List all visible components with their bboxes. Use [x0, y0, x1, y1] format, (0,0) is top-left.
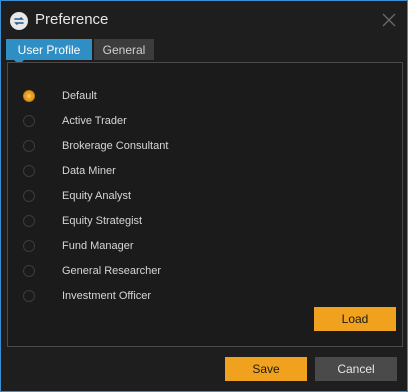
profile-option-default[interactable]: Default: [8, 83, 402, 108]
profile-option-equity-strategist[interactable]: Equity Strategist: [8, 208, 402, 233]
app-logo-icon: [10, 12, 28, 30]
close-icon: [382, 13, 396, 27]
save-button[interactable]: Save: [225, 357, 307, 381]
close-button[interactable]: [379, 10, 399, 30]
profile-option-data-miner[interactable]: Data Miner: [8, 158, 402, 183]
radio-icon[interactable]: [23, 189, 35, 202]
profile-option-brokerage-consultant[interactable]: Brokerage Consultant: [8, 133, 402, 158]
preference-dialog: Preference User Profile General Default …: [0, 0, 408, 392]
load-button[interactable]: Load: [314, 307, 396, 331]
tab-general[interactable]: General: [94, 39, 154, 60]
profile-label: Equity Analyst: [62, 189, 132, 202]
user-profile-panel: Default Active Trader Brokerage Consulta…: [7, 62, 403, 347]
radio-icon[interactable]: [23, 214, 35, 227]
profile-label: General Researcher: [62, 264, 162, 277]
profile-option-equity-analyst[interactable]: Equity Analyst: [8, 183, 402, 208]
profile-label: Investment Officer: [62, 289, 152, 302]
profile-label: Default: [62, 89, 97, 102]
radio-icon[interactable]: [23, 239, 35, 252]
profile-option-general-researcher[interactable]: General Researcher: [8, 258, 402, 283]
radio-icon[interactable]: [23, 289, 35, 302]
title-bar: Preference: [1, 1, 407, 39]
profile-label: Data Miner: [62, 164, 116, 177]
profile-label: Fund Manager: [62, 239, 134, 252]
profile-radio-list: Default Active Trader Brokerage Consulta…: [8, 83, 402, 308]
radio-icon[interactable]: [23, 114, 35, 127]
profile-label: Brokerage Consultant: [62, 139, 169, 152]
radio-icon[interactable]: [23, 139, 35, 152]
tab-user-profile[interactable]: User Profile: [6, 39, 92, 65]
tab-bar: User Profile General: [6, 39, 156, 65]
profile-option-investment-officer[interactable]: Investment Officer: [8, 283, 402, 308]
profile-option-fund-manager[interactable]: Fund Manager: [8, 233, 402, 258]
radio-icon[interactable]: [23, 164, 35, 177]
radio-icon[interactable]: [23, 264, 35, 277]
profile-option-active-trader[interactable]: Active Trader: [8, 108, 402, 133]
profile-label: Equity Strategist: [62, 214, 143, 227]
profile-label: Active Trader: [62, 114, 127, 127]
radio-selected-icon[interactable]: [23, 89, 35, 102]
window-title: Preference: [35, 11, 109, 28]
cancel-button[interactable]: Cancel: [315, 357, 397, 381]
